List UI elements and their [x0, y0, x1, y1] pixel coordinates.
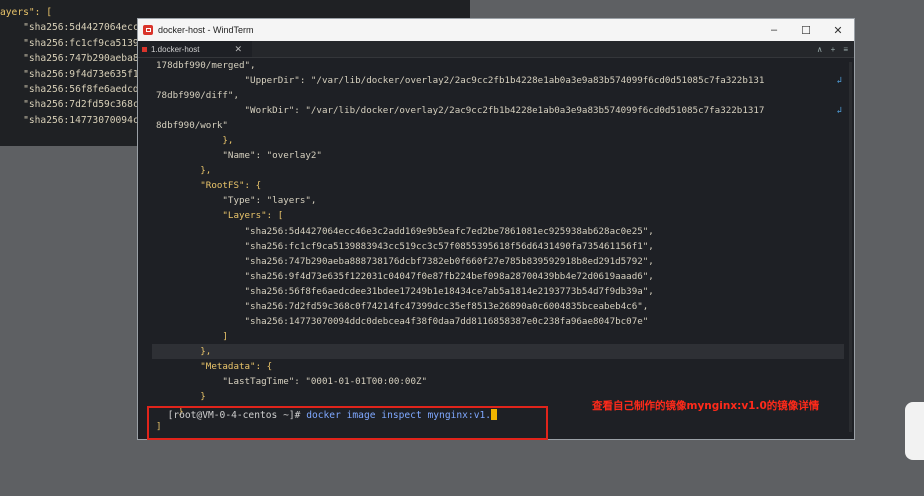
- terminal-line: },: [152, 343, 844, 359]
- terminal-line: 178dbf990/merged",: [156, 60, 256, 71]
- terminal-line-text: "UpperDir": "/var/lib/docker/overlay2/2a…: [156, 75, 765, 87]
- terminal-line-text: "WorkDir": "/var/lib/docker/overlay2/2ac…: [156, 105, 765, 117]
- wrap-icon: ↲: [836, 75, 842, 87]
- windterm-app-icon: [143, 25, 153, 35]
- new-tab-icon[interactable]: +: [831, 45, 836, 54]
- terminal-line: "Type": "layers",: [156, 195, 317, 207]
- wrap-icon: ↲: [836, 105, 842, 117]
- terminal-line: "WorkDir": "/var/lib/docker/overlay2/2ac…: [156, 103, 854, 118]
- annotation-text: 查看自己制作的镜像mynginx:v1.0的镜像详情: [592, 400, 820, 412]
- terminal-line: "Layers": [: [156, 210, 284, 222]
- terminal-line: "UpperDir": "/var/lib/docker/overlay2/2a…: [156, 73, 854, 88]
- terminal-line: ]: [156, 330, 228, 342]
- terminal-line: "sha256:56f8fe6aedcdee31bdee17249b1e1843…: [156, 285, 654, 297]
- terminal-line: "Metadata": {: [156, 360, 273, 372]
- terminal-line: "LastTagTime": "0001-01-01T00:00:00Z": [156, 375, 428, 387]
- terminal-line: },: [156, 135, 234, 147]
- terminal-line: "Name": "overlay2": [156, 150, 322, 162]
- tab-label: 1.docker-host: [151, 44, 200, 54]
- session-icon: [142, 46, 147, 52]
- tab-docker-host[interactable]: 1.docker-host ✕: [138, 41, 252, 57]
- collapse-icon[interactable]: ∧: [817, 45, 823, 54]
- terminal-output: 178dbf990/merged", "UpperDir": "/var/lib…: [138, 58, 854, 439]
- terminal-line: },: [156, 165, 212, 177]
- terminal-line: "sha256:9f4d73e635f122031c04047f0e87fb22…: [156, 270, 654, 282]
- terminal-line: "sha256:fc1cf9ca5139883943cc519cc3c57f08…: [156, 240, 654, 252]
- window-title: docker-host - WindTerm: [158, 25, 254, 35]
- title-bar[interactable]: docker-host - WindTerm – ☐ ✕: [138, 19, 854, 41]
- maximize-button[interactable]: ☐: [790, 24, 822, 37]
- terminal-line: "sha256:747b290aeba888738176dcbf7382eb0f…: [156, 255, 654, 267]
- terminal-line: "RootFS": {: [156, 180, 262, 192]
- windterm-window: docker-host - WindTerm – ☐ ✕ 1.docker-ho…: [137, 18, 855, 440]
- tab-close-icon[interactable]: ✕: [234, 44, 242, 55]
- terminal-line: "sha256:5d4427064ecc46e3c2add169e9b5eafc…: [156, 225, 654, 237]
- terminal-line: 8dbf990/work": [156, 120, 228, 132]
- minimize-button[interactable]: –: [758, 24, 790, 36]
- terminal-line: 78dbf990/diff",: [156, 90, 239, 102]
- tab-bar: 1.docker-host ✕ ∧ + ≡: [138, 41, 854, 58]
- terminal-line: "sha256:14773070094ddc0debcea4f38f0daa7d…: [156, 315, 649, 327]
- close-button[interactable]: ✕: [822, 24, 854, 37]
- menu-icon[interactable]: ≡: [843, 45, 848, 54]
- highlight-box: [147, 406, 548, 440]
- tab-tools: ∧ + ≡: [817, 45, 848, 54]
- logo-fragment: [905, 402, 924, 460]
- terminal-line: "sha256:7d2fd59c368c0f74214fc47399dcc35e…: [156, 300, 649, 312]
